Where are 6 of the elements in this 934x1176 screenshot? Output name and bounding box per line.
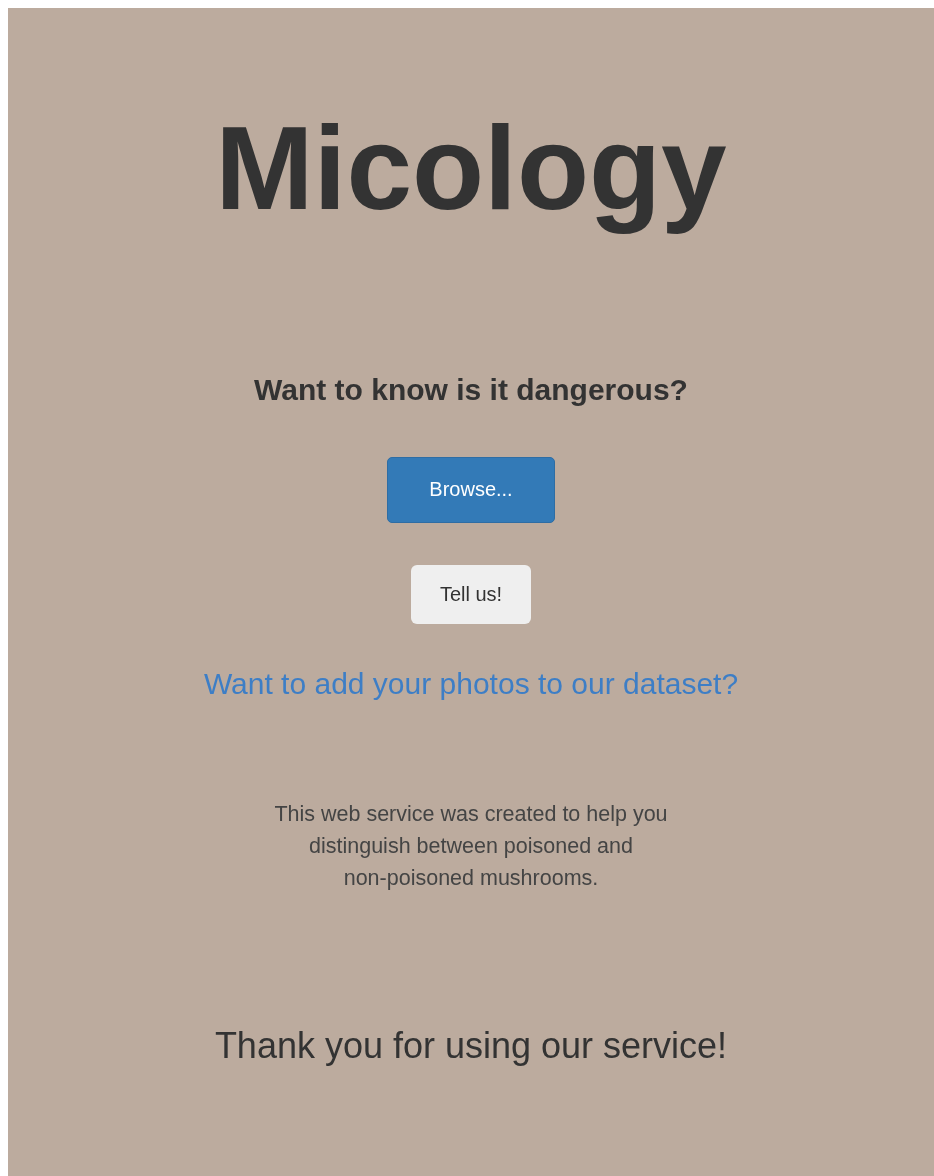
question-heading: Want to know is it dangerous? — [254, 371, 688, 408]
site-title: Micology — [215, 104, 727, 234]
submit-button[interactable]: Tell us! — [411, 564, 531, 624]
description-text: This web service was created to help you distinguish between poisoned and non-poisoned mushrooms. — [274, 800, 668, 893]
browse-button[interactable]: Browse... — [387, 456, 555, 523]
thanks-text: Thank you for using our service! — [214, 1024, 728, 1067]
